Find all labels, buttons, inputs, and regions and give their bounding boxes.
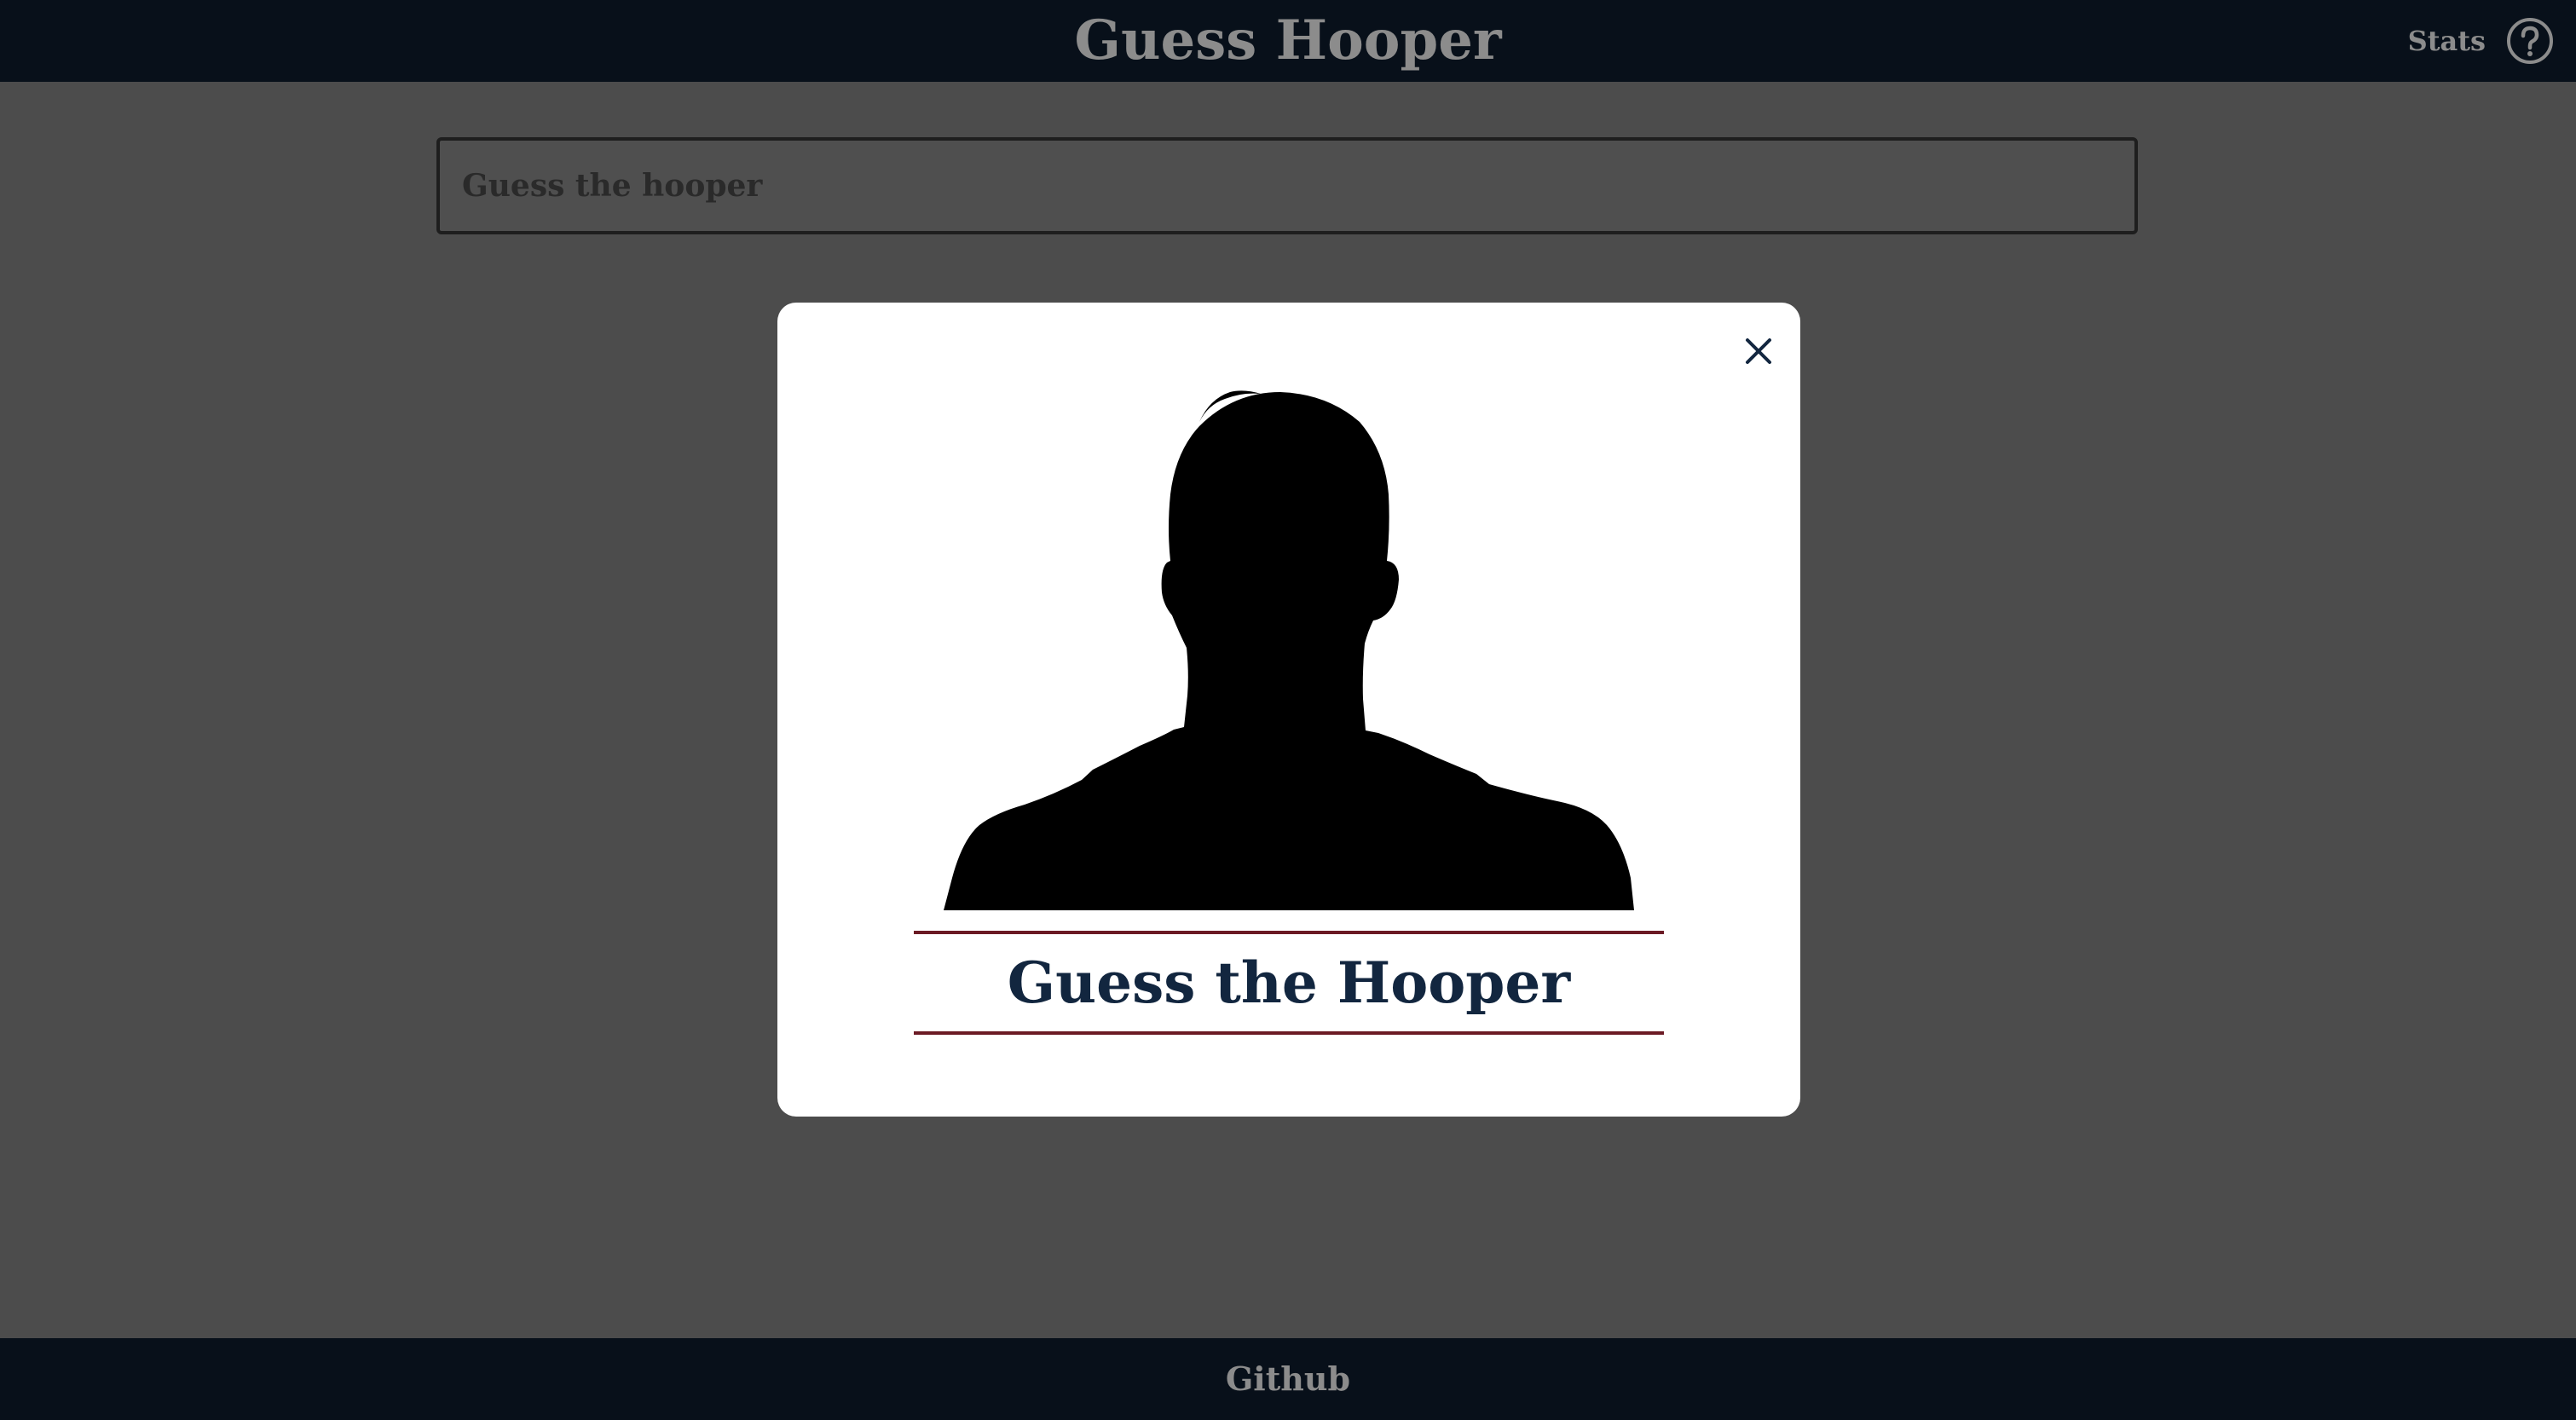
intro-modal: Guess the Hooper <box>777 303 1800 1117</box>
help-icon[interactable] <box>2506 17 2554 65</box>
player-silhouette-icon <box>944 390 1634 910</box>
title-divider-bottom <box>914 1031 1664 1035</box>
guess-input[interactable] <box>436 137 2138 234</box>
app-title: Guess Hooper <box>1074 9 1502 72</box>
top-header: Guess Hooper Stats <box>0 0 2576 82</box>
modal-title: Guess the Hooper <box>1007 950 1571 1016</box>
close-icon[interactable] <box>1732 325 1785 378</box>
title-divider-top <box>914 931 1664 934</box>
github-link[interactable]: Github <box>0 1362 2576 1396</box>
footer: Github <box>0 1338 2576 1420</box>
stats-button[interactable]: Stats <box>2408 24 2486 58</box>
